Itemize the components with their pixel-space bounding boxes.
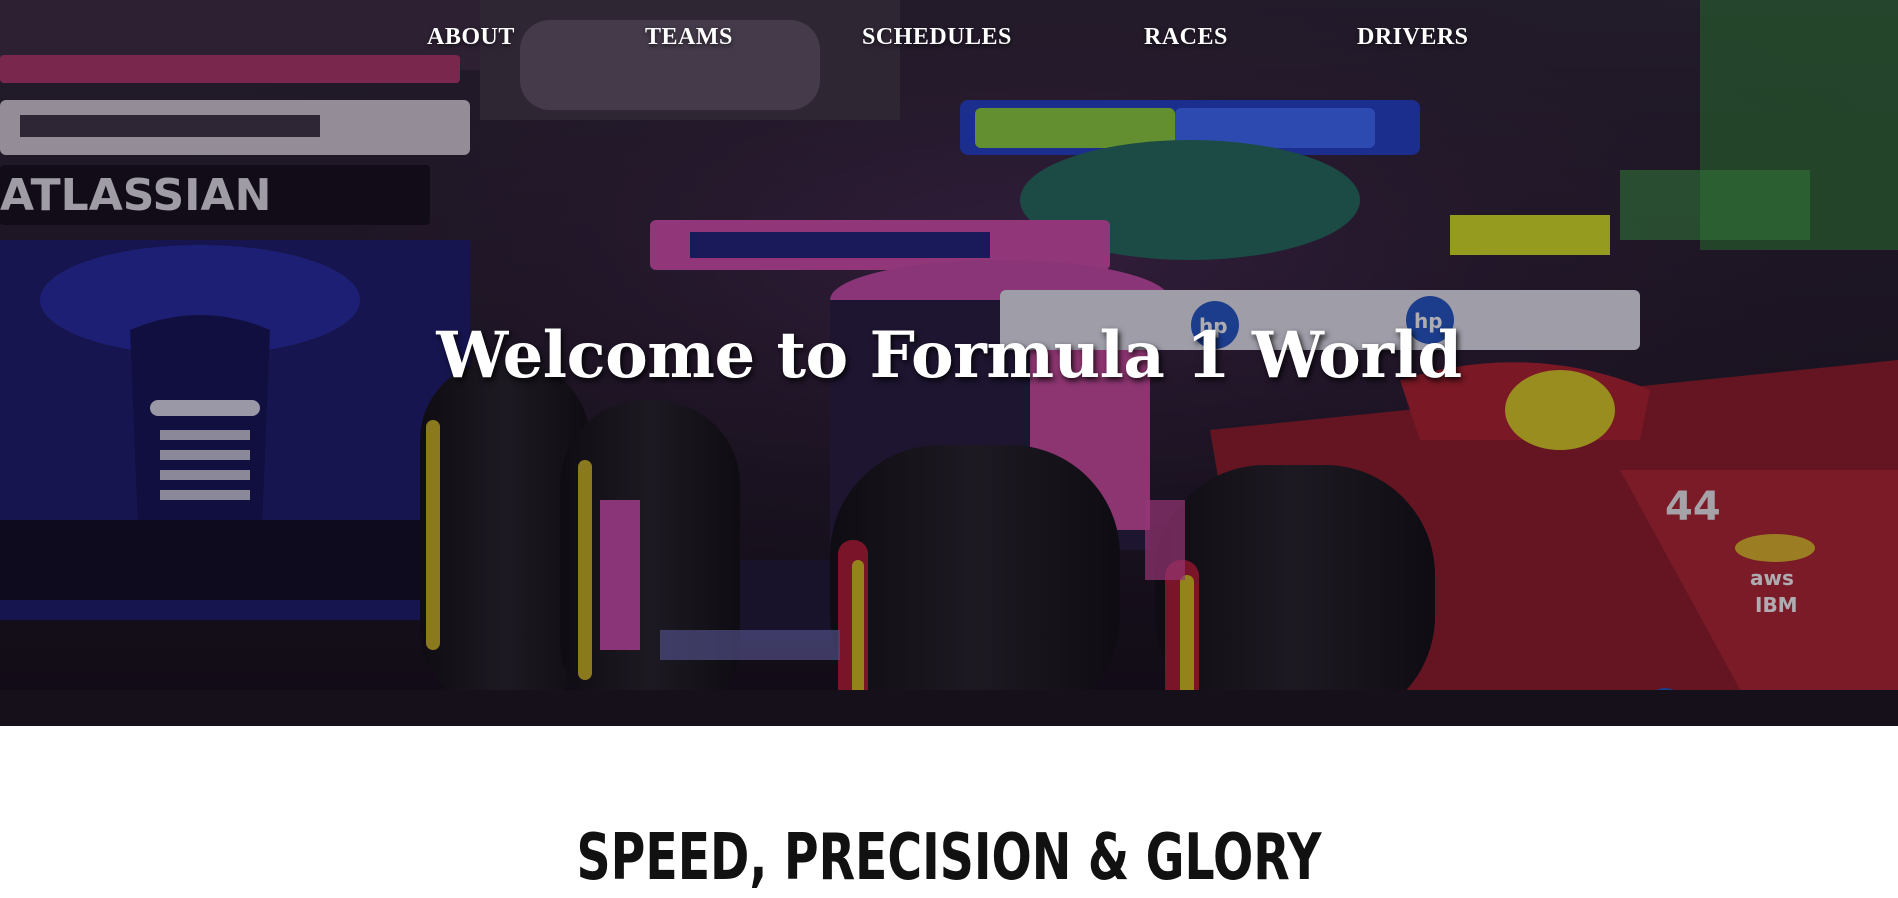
section-tagline: SPEED, PRECISION & GLORY — [576, 821, 1322, 895]
nav-link-races[interactable]: RACES — [1144, 24, 1228, 51]
nav-link-about[interactable]: ABOUT — [427, 24, 515, 51]
page: ATLASSIAN hp hp 44 aws IBM ABOUT TEAMS S… — [0, 0, 1898, 898]
nav-link-schedules[interactable]: SCHEDULES — [862, 24, 1012, 51]
nav-link-drivers[interactable]: DRIVERS — [1357, 24, 1469, 51]
nav-link-teams[interactable]: TEAMS — [645, 24, 733, 51]
main-navigation: ABOUT TEAMS SCHEDULES RACES DRIVERS — [0, 0, 1898, 80]
hero-banner: ATLASSIAN hp hp 44 aws IBM ABOUT TEAMS S… — [0, 0, 1898, 726]
hero-title: Welcome to Formula 1 World — [436, 318, 1462, 393]
